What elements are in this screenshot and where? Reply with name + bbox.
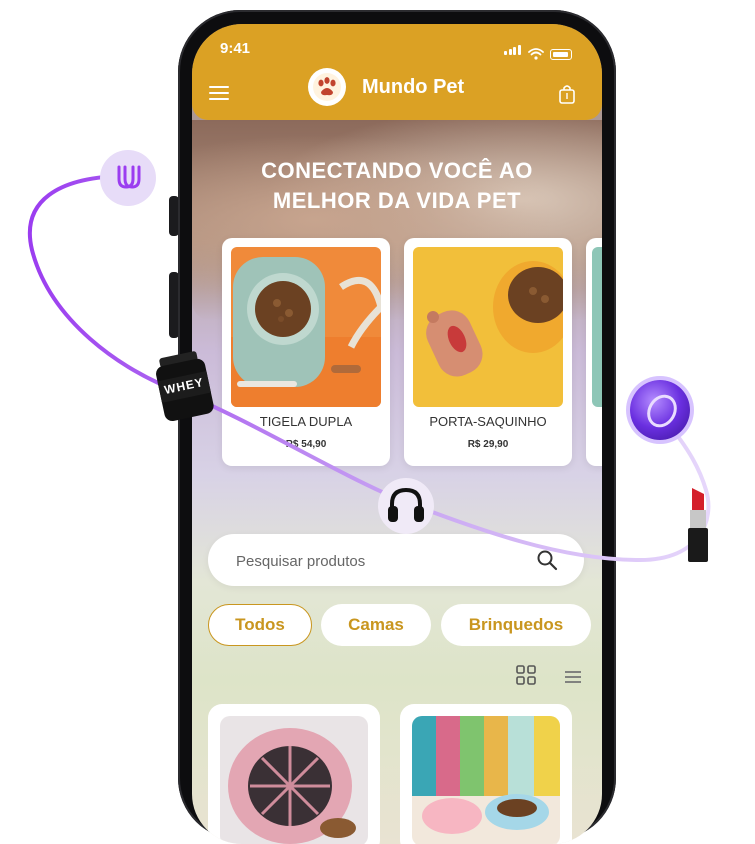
product-image-tigela-dupla (231, 247, 381, 407)
grid-product-image-carrier (220, 716, 368, 844)
search-input[interactable] (234, 548, 518, 574)
featured-products-carousel[interactable]: TIGELA DUPLA R$ 54,90 PORTA-SAQUINHO R$ … (222, 238, 602, 468)
wifi-icon (528, 48, 544, 60)
product-card[interactable]: PORTA-SAQUINHO R$ 29,90 (404, 238, 572, 466)
menu-icon[interactable] (209, 86, 229, 100)
filter-chip-brinquedos[interactable]: Brinquedos (441, 604, 591, 646)
battery-icon (550, 49, 572, 60)
grid-product-card[interactable] (208, 704, 380, 844)
product-price: R$ 54,90 (285, 439, 327, 450)
lipstick-icon (676, 484, 720, 564)
link-badge-icon (100, 150, 156, 206)
hero-title-line-1: CONECTANDO VOCÊ AO (261, 158, 533, 183)
product-name: PORTA-SAQUINHO (429, 414, 547, 429)
shopping-bag-icon[interactable] (558, 84, 576, 104)
filter-chip-label: Camas (348, 615, 404, 634)
status-icons (504, 42, 572, 60)
app-screen: 9:41 Mundo Pet CONECTANDO VOCÊ AO MELHOR… (192, 24, 602, 844)
app-title: Mundo Pet (362, 76, 465, 98)
hero-title: CONECTANDO VOCÊ AO MELHOR DA VIDA PET (192, 156, 602, 216)
search-bar[interactable] (208, 534, 584, 586)
signal-icon (504, 42, 522, 60)
product-card-partial[interactable] (586, 238, 602, 466)
filter-chip-label: Brinquedos (468, 615, 564, 634)
paw-logo-icon (308, 68, 346, 106)
product-image-porta-saquinho (413, 247, 563, 407)
grid-product-image-bowls (412, 716, 560, 844)
product-card[interactable]: TIGELA DUPLA R$ 54,90 (222, 238, 390, 466)
product-name: TIGELA DUPLA (259, 414, 353, 429)
product-price: R$ 29,90 (467, 439, 509, 450)
search-icon[interactable] (536, 549, 558, 571)
filter-chip-todos[interactable]: Todos (208, 604, 312, 646)
status-time: 9:41 (220, 40, 251, 57)
phone-frame: 9:41 Mundo Pet CONECTANDO VOCÊ AO MELHOR… (178, 10, 616, 844)
grid-product-card[interactable] (400, 704, 572, 844)
hero-title-line-2: MELHOR DA VIDA PET (272, 188, 522, 213)
grid-view-icon[interactable] (516, 665, 536, 685)
filter-chip-camas[interactable]: Camas (321, 604, 431, 646)
headphones-icon (378, 478, 434, 534)
product-image-partial (592, 247, 602, 407)
app-header: 9:41 Mundo Pet (192, 24, 602, 120)
filter-chip-label: Todos (235, 615, 285, 634)
list-view-icon[interactable] (564, 669, 582, 685)
planet-orb-icon (630, 380, 690, 440)
